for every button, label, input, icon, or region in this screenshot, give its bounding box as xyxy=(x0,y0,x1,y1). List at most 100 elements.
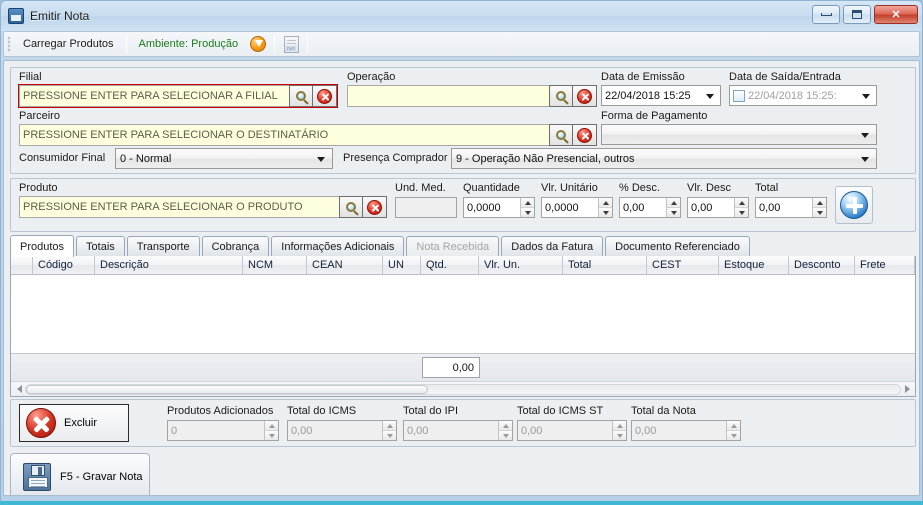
total-icms-st-stepper[interactable]: 0,00 xyxy=(517,420,627,441)
pct-desc-spin-buttons[interactable] xyxy=(666,198,680,217)
spin-down-icon[interactable] xyxy=(735,207,748,217)
spin-down-icon[interactable] xyxy=(265,430,278,440)
spin-up-icon[interactable] xyxy=(813,198,826,208)
parceiro-input[interactable]: PRESSIONE ENTER PARA SELECIONAR O DESTIN… xyxy=(19,124,549,146)
grid-column-header-un[interactable]: UN xyxy=(383,256,421,274)
spin-down-icon[interactable] xyxy=(521,207,534,217)
parceiro-search-button[interactable] xyxy=(549,124,573,146)
grid-column-header-estoque[interactable]: Estoque xyxy=(719,256,789,274)
tab-transporte[interactable]: Transporte xyxy=(126,236,200,256)
grid-column-header-qtd[interactable]: Qtd. xyxy=(421,256,479,274)
vlr-unitario-stepper[interactable]: 0,0000 xyxy=(541,197,613,218)
spin-up-icon[interactable] xyxy=(613,421,626,431)
scroll-left-button[interactable] xyxy=(13,383,25,396)
tab-produtos[interactable]: Produtos xyxy=(10,235,75,257)
produto-search-button[interactable] xyxy=(339,196,363,218)
spin-up-icon[interactable] xyxy=(265,421,278,431)
grid-column-header-selector[interactable] xyxy=(11,256,33,274)
spin-down-icon[interactable] xyxy=(667,207,680,217)
scrollbar-thumb[interactable] xyxy=(26,384,429,394)
vlr-desc-stepper[interactable]: 0,00 xyxy=(687,197,749,218)
grid-column-header-ncm[interactable]: NCM xyxy=(243,256,307,274)
total-ipi-spin-buttons[interactable] xyxy=(498,421,512,440)
operacao-clear-button[interactable] xyxy=(573,85,597,107)
spin-down-icon[interactable] xyxy=(383,430,396,440)
und-med-input[interactable] xyxy=(395,197,457,218)
data-saida-input[interactable]: 22/04/2018 15:25: xyxy=(729,85,877,106)
minimize-button[interactable] xyxy=(812,5,840,24)
filial-clear-button[interactable] xyxy=(313,85,337,107)
produto-clear-button[interactable] xyxy=(363,196,387,218)
spin-down-icon[interactable] xyxy=(499,430,512,440)
maximize-button[interactable] xyxy=(843,5,871,24)
consumidor-final-select[interactable]: 0 - Normal xyxy=(115,148,333,169)
scrollbar-track[interactable] xyxy=(25,383,901,395)
spin-up-icon[interactable] xyxy=(521,198,534,208)
spin-down-icon[interactable] xyxy=(613,430,626,440)
parceiro-label: Parceiro xyxy=(19,110,60,122)
parceiro-field-group[interactable]: PRESSIONE ENTER PARA SELECIONAR O DESTIN… xyxy=(19,124,597,146)
total-icms-spin-buttons[interactable] xyxy=(382,421,396,440)
quantidade-spin-buttons[interactable] xyxy=(520,198,534,217)
vlr-desc-spin-buttons[interactable] xyxy=(734,198,748,217)
grid-column-header-desconto[interactable]: Desconto xyxy=(789,256,855,274)
total-spin-buttons[interactable] xyxy=(812,198,826,217)
spin-up-icon[interactable] xyxy=(499,421,512,431)
grid-column-header-c-digo[interactable]: Código xyxy=(33,256,95,274)
produto-input[interactable]: PRESSIONE ENTER PARA SELECIONAR O PRODUT… xyxy=(19,196,339,218)
spin-up-icon[interactable] xyxy=(599,198,612,208)
spin-down-icon[interactable] xyxy=(599,207,612,217)
parceiro-clear-button[interactable] xyxy=(573,124,597,146)
spin-up-icon[interactable] xyxy=(727,421,740,431)
filial-field-group[interactable]: PRESSIONE ENTER PARA SELECIONAR A FILIAL xyxy=(18,84,338,108)
excluir-button[interactable]: Excluir xyxy=(19,404,129,442)
produtos-adicionados-spin-buttons[interactable] xyxy=(264,421,278,440)
operacao-field-group[interactable] xyxy=(347,85,597,107)
spin-up-icon[interactable] xyxy=(383,421,396,431)
scroll-right-button[interactable] xyxy=(901,383,913,396)
spin-down-icon[interactable] xyxy=(727,430,740,440)
gravar-nota-button[interactable]: F5 - Gravar Nota xyxy=(10,453,150,495)
tab-dados-da-fatura[interactable]: Dados da Fatura xyxy=(501,236,604,256)
filial-search-button[interactable] xyxy=(289,85,313,107)
total-nota-stepper[interactable]: 0,00 xyxy=(631,420,741,441)
carregar-produtos-button[interactable]: Carregar Produtos xyxy=(16,36,121,52)
filial-input[interactable]: PRESSIONE ENTER PARA SELECIONAR A FILIAL xyxy=(19,85,289,107)
data-emissao-input[interactable]: 22/04/2018 15:25 xyxy=(601,85,721,106)
forma-pagamento-select[interactable] xyxy=(601,124,877,145)
export-txt-button[interactable] xyxy=(280,34,302,55)
presenca-comprador-select[interactable]: 9 - Operação Não Presencial, outros xyxy=(451,148,877,169)
operacao-search-button[interactable] xyxy=(549,85,573,107)
pct-desc-stepper[interactable]: 0,00 xyxy=(619,197,681,218)
tab-totais[interactable]: Totais xyxy=(76,236,125,256)
spin-down-icon[interactable] xyxy=(813,207,826,217)
tab-informa-es-adicionais[interactable]: Informações Adicionais xyxy=(271,236,405,256)
total-stepper[interactable]: 0,00 xyxy=(755,197,827,218)
grid-body[interactable] xyxy=(11,275,915,353)
horizontal-scrollbar[interactable] xyxy=(11,381,915,396)
grid-column-header-vlr-un[interactable]: Vlr. Un. xyxy=(479,256,563,274)
vlr-unitario-spin-buttons[interactable] xyxy=(598,198,612,217)
spin-up-icon[interactable] xyxy=(667,198,680,208)
grid-column-header-total[interactable]: Total xyxy=(563,256,647,274)
produtos-adicionados-stepper[interactable]: 0 xyxy=(167,420,279,441)
add-product-button[interactable] xyxy=(835,186,873,224)
download-button[interactable] xyxy=(247,34,269,55)
operacao-input[interactable] xyxy=(347,85,549,107)
close-button[interactable]: ✕ xyxy=(874,5,918,24)
grid-column-header-frete[interactable]: Frete xyxy=(855,256,915,274)
total-icms-stepper[interactable]: 0,00 xyxy=(287,420,397,441)
tab-documento-referenciado[interactable]: Documento Referenciado xyxy=(605,236,750,256)
tab-cobran-a[interactable]: Cobrança xyxy=(201,236,270,256)
total-ipi-stepper[interactable]: 0,00 xyxy=(403,420,513,441)
produto-field-group[interactable]: PRESSIONE ENTER PARA SELECIONAR O PRODUT… xyxy=(19,196,387,218)
grid-column-header-descri-o[interactable]: Descrição xyxy=(95,256,243,274)
toolbar-grip[interactable] xyxy=(7,36,11,52)
total-nota-spin-buttons[interactable] xyxy=(726,421,740,440)
grid-column-header-cest[interactable]: CEST xyxy=(647,256,719,274)
grid-column-header-cean[interactable]: CEAN xyxy=(307,256,383,274)
total-icms-st-spin-buttons[interactable] xyxy=(612,421,626,440)
spin-up-icon[interactable] xyxy=(735,198,748,208)
data-saida-checkbox[interactable] xyxy=(733,89,745,102)
quantidade-stepper[interactable]: 0,0000 xyxy=(463,197,535,218)
